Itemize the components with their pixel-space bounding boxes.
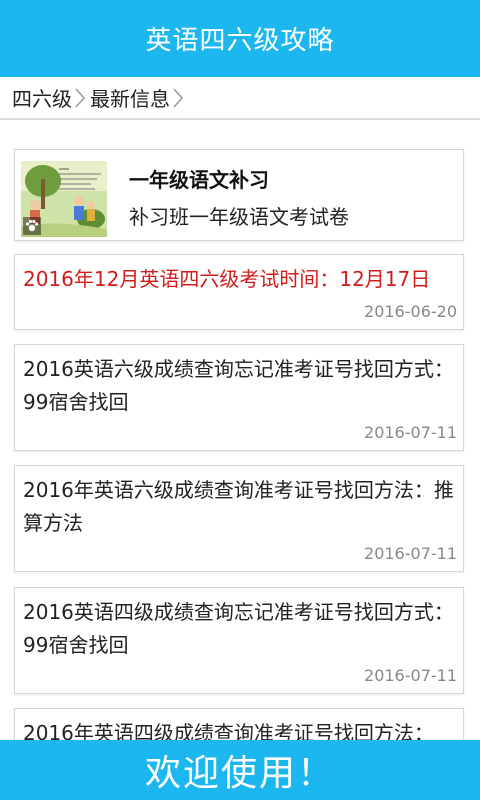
promo-card[interactable]: 一年级语文补习 补习班一年级语文考试卷 xyxy=(14,149,464,241)
news-title: 2016英语四级成绩查询忘记准考证号找回方式：99宿舍找回 xyxy=(23,600,454,657)
breadcrumb-item-cet[interactable]: 四六级 xyxy=(12,83,72,112)
list-item[interactable]: 2016年12月英语四六级考试时间：12月17日 2016-06-20 xyxy=(14,254,464,330)
list-item[interactable]: 2016年英语四级成绩查询准考证号找回方法： xyxy=(14,708,464,740)
news-title: 2016年英语六级成绩查询准考证号找回方法：推算方法 xyxy=(23,478,454,535)
news-title: 2016年12月英语四六级考试时间：12月17日 xyxy=(23,267,431,291)
app-title: 英语四六级攻略 xyxy=(145,26,335,56)
promo-thumbnail xyxy=(21,161,107,237)
news-date: 2016-07-11 xyxy=(364,544,457,563)
promo-subtitle: 补习班一年级语文考试卷 xyxy=(129,205,349,229)
welcome-text: 欢迎使用！ xyxy=(144,753,335,794)
news-date: 2016-07-11 xyxy=(364,423,457,442)
app-header: 英语四六级攻略 xyxy=(0,0,480,77)
list-item[interactable]: 2016英语四级成绩查询忘记准考证号找回方式：99宿舍找回 2016-07-11 xyxy=(14,587,464,694)
breadcrumb-item-latest[interactable]: 最新信息 xyxy=(90,83,170,112)
chevron-right-icon xyxy=(75,88,86,107)
news-list: 一年级语文补习 补习班一年级语文考试卷 2016年12月英语四六级考试时间：12… xyxy=(0,122,480,740)
promo-title: 一年级语文补习 xyxy=(129,168,269,192)
breadcrumb: 四六级 最新信息 xyxy=(0,77,480,120)
news-title: 2016年英语四级成绩查询准考证号找回方法： xyxy=(23,721,434,740)
news-date: 2016-07-11 xyxy=(364,666,457,685)
chevron-right-icon xyxy=(173,88,184,107)
welcome-banner: 欢迎使用！ xyxy=(0,740,480,800)
news-date: 2016-06-20 xyxy=(364,302,457,321)
news-title: 2016英语六级成绩查询忘记准考证号找回方式：99宿舍找回 xyxy=(23,357,454,414)
list-item[interactable]: 2016英语六级成绩查询忘记准考证号找回方式：99宿舍找回 2016-07-11 xyxy=(14,344,464,451)
list-item[interactable]: 2016年英语六级成绩查询准考证号找回方法：推算方法 2016-07-11 xyxy=(14,465,464,572)
paw-icon xyxy=(23,217,41,235)
